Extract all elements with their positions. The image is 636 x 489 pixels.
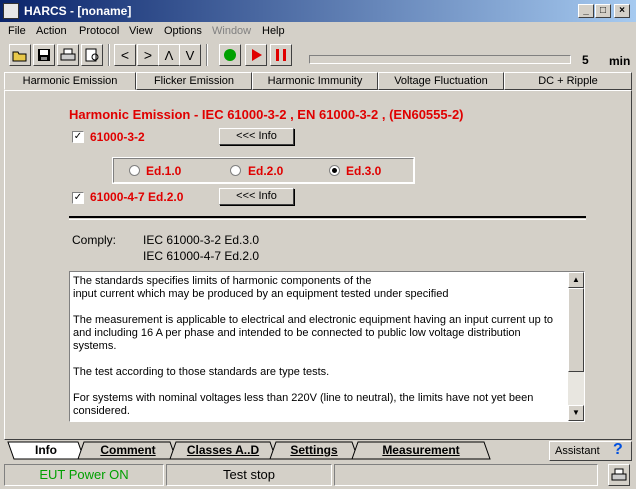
tab-flicker-emission[interactable]: Flicker Emission bbox=[136, 72, 252, 90]
up-button[interactable]: Λ bbox=[158, 44, 180, 66]
toolbar-separator-2 bbox=[206, 44, 208, 66]
tab-harmonic-immunity[interactable]: Harmonic Immunity bbox=[252, 72, 378, 90]
std2-checkbox[interactable]: ✓ bbox=[72, 192, 84, 204]
ed1-radio[interactable] bbox=[129, 165, 140, 176]
btab-comment[interactable]: Comment bbox=[86, 441, 170, 459]
description-textbox[interactable]: The standards specifies limits of harmon… bbox=[69, 271, 585, 422]
menu-file[interactable]: File bbox=[8, 25, 26, 37]
tab-strip: Harmonic Emission Flicker Emission Harmo… bbox=[4, 72, 632, 90]
menu-protocol[interactable]: Protocol bbox=[79, 25, 119, 37]
progress-unit: min bbox=[609, 54, 631, 68]
comply-item-1: IEC 61000-3-2 Ed.3.0 bbox=[143, 233, 260, 247]
minimize-button[interactable]: _ bbox=[578, 4, 594, 18]
std1-info-button[interactable]: <<< Info bbox=[219, 128, 294, 145]
scroll-down-icon[interactable]: ▼ bbox=[568, 405, 584, 421]
printer-icon[interactable] bbox=[608, 464, 630, 486]
tab-dc-ripple[interactable]: DC + Ripple bbox=[504, 72, 632, 90]
description-scrollbar[interactable]: ▲ ▼ bbox=[568, 272, 584, 421]
page-title: Harmonic Emission - IEC 61000-3-2 , EN 6… bbox=[69, 107, 464, 122]
title-bar: HARCS - [noname] _ □ × bbox=[0, 0, 636, 22]
tab-harmonic-emission[interactable]: Harmonic Emission bbox=[4, 72, 136, 90]
save-icon[interactable] bbox=[33, 44, 55, 66]
std2-info-button[interactable]: <<< Info bbox=[219, 188, 294, 205]
btab-measurement[interactable]: Measurement bbox=[358, 441, 484, 459]
menu-options[interactable]: Options bbox=[164, 25, 202, 37]
std1-checkbox[interactable]: ✓ bbox=[72, 131, 84, 143]
std1-label: 61000-3-2 bbox=[90, 130, 145, 144]
pause-button[interactable] bbox=[270, 44, 292, 66]
progress-bar bbox=[309, 55, 571, 64]
prev-button[interactable]: < bbox=[114, 44, 136, 66]
tab-voltage-fluctuation[interactable]: Voltage Fluctuation bbox=[378, 72, 504, 90]
menu-bar: File Action Protocol View Options Window… bbox=[0, 22, 636, 40]
preview-icon[interactable] bbox=[81, 44, 103, 66]
status-empty bbox=[334, 464, 598, 486]
ed2-label: Ed.2.0 bbox=[248, 164, 284, 178]
maximize-button[interactable]: □ bbox=[595, 4, 611, 18]
status-power: EUT Power ON bbox=[4, 464, 164, 486]
ed1-label: Ed.1.0 bbox=[146, 164, 182, 178]
app-icon bbox=[3, 3, 19, 19]
comply-label: Comply: bbox=[72, 233, 117, 247]
pause-icon bbox=[276, 49, 286, 61]
btab-settings[interactable]: Settings bbox=[276, 441, 352, 459]
menu-help[interactable]: Help bbox=[262, 25, 285, 37]
run-icon bbox=[224, 49, 236, 61]
assistant-label: Assistant bbox=[555, 445, 600, 457]
play-icon bbox=[252, 49, 262, 61]
btab-info[interactable]: Info bbox=[14, 441, 78, 459]
help-icon: ? bbox=[613, 441, 623, 458]
btab-classes[interactable]: Classes A..D bbox=[176, 441, 270, 459]
run-button[interactable] bbox=[219, 44, 241, 66]
description-text: The standards specifies limits of harmon… bbox=[73, 275, 553, 417]
next-button[interactable]: > bbox=[137, 44, 159, 66]
play-button[interactable] bbox=[245, 44, 267, 66]
menu-action[interactable]: Action bbox=[36, 25, 67, 37]
ed2-radio[interactable] bbox=[230, 165, 241, 176]
scroll-up-icon[interactable]: ▲ bbox=[568, 272, 584, 288]
ed3-label: Ed.3.0 bbox=[346, 164, 382, 178]
print-icon[interactable] bbox=[57, 44, 79, 66]
window-title: HARCS - [noname] bbox=[24, 4, 132, 18]
progress-value: 5 bbox=[582, 53, 589, 67]
menu-window: Window bbox=[212, 25, 252, 37]
scroll-thumb[interactable] bbox=[568, 288, 584, 372]
down-button[interactable]: V bbox=[179, 44, 201, 66]
assistant-button[interactable]: Assistant ? bbox=[549, 441, 632, 461]
status-test: Test stop bbox=[166, 464, 332, 486]
std2-label: 61000-4-7 Ed.2.0 bbox=[90, 190, 184, 204]
ed3-radio[interactable] bbox=[329, 165, 340, 176]
comply-item-2: IEC 61000-4-7 Ed.2.0 bbox=[143, 249, 260, 263]
close-button[interactable]: × bbox=[614, 4, 630, 18]
toolbar-separator bbox=[108, 44, 110, 66]
open-folder-icon[interactable] bbox=[9, 44, 31, 66]
divider bbox=[69, 216, 586, 220]
bottom-tab-strip: Info Comment Classes A..D Settings Measu… bbox=[4, 441, 632, 461]
toolbar: < > Λ V 5 min bbox=[0, 42, 636, 70]
menu-view[interactable]: View bbox=[129, 25, 153, 37]
